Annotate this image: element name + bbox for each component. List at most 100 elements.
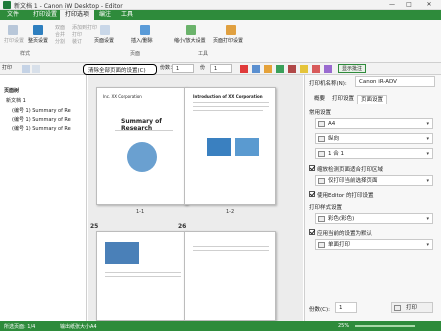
- stack-select[interactable]: 仅打印当前选择页面 ▾: [315, 175, 433, 186]
- menu-annotation[interactable]: 编注: [94, 10, 116, 20]
- page-icon[interactable]: [32, 65, 40, 73]
- print-preview-icon: [226, 25, 236, 35]
- default-label: 应用当前的设置为默认: [317, 231, 373, 237]
- shrink-button[interactable]: 缩小/放大设置: [174, 38, 206, 44]
- page-tree-pane: 页面树 新文档 1 (编号 1) Summary of Re (编号 1) Su…: [0, 75, 87, 321]
- tree-item[interactable]: (编号 1) Summary of Re: [12, 116, 71, 123]
- staple-button[interactable]: 装订: [72, 39, 82, 45]
- photo-icon: [235, 138, 259, 156]
- clear-icon[interactable]: [312, 65, 320, 73]
- print-settings-button[interactable]: 打印设置: [4, 38, 24, 44]
- editor-settings-label: 使用Editor 的打印设置: [317, 193, 374, 199]
- color-section-label: 打印样式设置: [309, 205, 343, 211]
- window-title: 新文档 1 - Canon iW Desktop - Editor: [14, 3, 123, 10]
- copies-label-right: 份数(C):: [309, 307, 330, 313]
- layout-settings-button[interactable]: 整页设置: [28, 38, 48, 44]
- editor-settings-checkbox[interactable]: [309, 191, 315, 197]
- clear-settings-button[interactable]: 清除全部页面的设置(C): [83, 64, 157, 75]
- ribbon: 打印设置 整页设置 双面 合并 分割 添加到打印 打印 装订 页面设置 插入/删…: [0, 20, 441, 63]
- toolbar: 打印 份数： 1 份 1 显示批注: [0, 63, 441, 75]
- zoom-level: 25%: [338, 323, 350, 329]
- menu-print-options[interactable]: 打印选项: [60, 10, 95, 20]
- minimize-button[interactable]: —: [385, 0, 399, 10]
- page-thumbnail[interactable]: [96, 231, 188, 321]
- menu-print-settings[interactable]: 打印设置: [28, 10, 62, 20]
- delete-icon[interactable]: [240, 65, 248, 73]
- duplex-button[interactable]: 双面: [55, 25, 65, 31]
- maximize-button[interactable]: □: [402, 0, 416, 10]
- status-selection: 所选页面: 1/4: [4, 324, 36, 330]
- page-thumbnail[interactable]: Inc. XX Corporation Summary of Research: [96, 87, 188, 205]
- page-label: 1-1: [136, 209, 145, 215]
- page-settings-icon: [100, 25, 110, 35]
- highlight-icon[interactable]: [300, 65, 308, 73]
- page-number: 25: [90, 223, 99, 230]
- paper-size-select[interactable]: A4 ▾: [315, 118, 433, 129]
- shrink-icon: [186, 25, 196, 35]
- printer-label: 打印机名称(N):: [309, 81, 347, 87]
- page-label: 1-2: [226, 209, 235, 215]
- copy-icon[interactable]: [276, 65, 284, 73]
- menu-bar: 文件 打印设置 打印选项 编注 工具: [0, 10, 441, 20]
- page-thumbnail[interactable]: [184, 231, 276, 321]
- print-quality-select[interactable]: 单面打印 ▾: [315, 239, 433, 250]
- print-icon[interactable]: [22, 65, 30, 73]
- print-settings-pane: 打印机名称(N): Canon iR-ADV 概要 打印设置 页面设置 常用设置…: [304, 75, 441, 321]
- photo-icon: [207, 138, 231, 156]
- finishing-button[interactable]: 分割: [55, 39, 65, 45]
- menu-tools[interactable]: 工具: [116, 10, 138, 20]
- group-label-page: 页面: [130, 51, 141, 57]
- tree-item[interactable]: (编号 1) Summary of Re: [12, 107, 71, 114]
- copies-input-right[interactable]: 1: [335, 302, 357, 313]
- group-label-tools: 工具: [198, 51, 209, 57]
- group-label-style: 样式: [20, 51, 31, 57]
- page-company: Inc. XX Corporation: [103, 94, 142, 99]
- status-paper-size: 输出纸张大小A4: [60, 324, 97, 330]
- print-label: 打印: [2, 65, 13, 71]
- move-icon[interactable]: [252, 65, 260, 73]
- rotate-icon[interactable]: [264, 65, 272, 73]
- page-tree-header: 页面树: [4, 88, 20, 94]
- copies-input[interactable]: 1: [172, 64, 194, 73]
- color-mode-select[interactable]: 彩色(彩色) ▾: [315, 213, 433, 224]
- page-settings-button[interactable]: 页面设置: [94, 38, 114, 44]
- show-annotations-button[interactable]: 显示批注: [338, 64, 367, 73]
- printer-select[interactable]: Canon iR-ADV: [355, 76, 435, 87]
- fit-checkbox[interactable]: [309, 165, 315, 171]
- page-title: Introduction of XX Corporation: [193, 94, 263, 99]
- common-settings-label: 常用设置: [309, 110, 332, 116]
- title-bar: 新文档 1 - Canon iW Desktop - Editor — □ ✕: [0, 0, 441, 10]
- tree-item[interactable]: (编号 1) Summary of Re: [12, 125, 71, 132]
- print-button[interactable]: 打印: [391, 302, 433, 313]
- stamp-icon[interactable]: [324, 65, 332, 73]
- layout-settings-icon: [33, 25, 43, 35]
- photo-icon: [105, 242, 139, 264]
- tab-print-settings[interactable]: 打印设置: [329, 95, 357, 104]
- tab-summary[interactable]: 概要: [311, 95, 328, 104]
- page-preview-area: Inc. XX Corporation Summary of Research …: [88, 75, 303, 321]
- cut-icon[interactable]: [288, 65, 296, 73]
- zoom-slider[interactable]: [355, 325, 415, 327]
- pages-input[interactable]: 1: [210, 64, 232, 73]
- menu-file[interactable]: 文件: [2, 10, 24, 20]
- clear-settings-label: 清除全部页面的设置(C): [88, 68, 146, 74]
- default-checkbox[interactable]: [309, 229, 315, 235]
- orientation-select[interactable]: 纵向 ▾: [315, 133, 433, 144]
- page-number: 26: [178, 223, 187, 230]
- close-button[interactable]: ✕: [422, 0, 436, 10]
- new-print-icon: [8, 25, 18, 35]
- globe-icon: [127, 142, 157, 172]
- pages-label: 份: [200, 65, 206, 71]
- status-bar: 所选页面: 1/4 输出纸张大小A4 25%: [0, 321, 441, 331]
- app-icon: [3, 1, 11, 9]
- n-up-select[interactable]: 1 合 1 ▾: [315, 148, 433, 159]
- page-thumbnail[interactable]: Introduction of XX Corporation: [184, 87, 276, 205]
- tree-root[interactable]: 新文档 1: [6, 97, 26, 104]
- print-button-ribbon[interactable]: 打印: [72, 32, 82, 38]
- fit-label: 缩放检测页面适合打印区域: [317, 167, 384, 173]
- add-to-print-button[interactable]: 添加到打印: [72, 25, 97, 31]
- n-up-button[interactable]: 合并: [55, 32, 65, 38]
- insert-delete-button[interactable]: 插入/删除: [131, 38, 153, 44]
- page-print-settings-button[interactable]: 页面打印设置: [213, 38, 243, 44]
- tab-page-settings[interactable]: 页面设置: [357, 95, 388, 104]
